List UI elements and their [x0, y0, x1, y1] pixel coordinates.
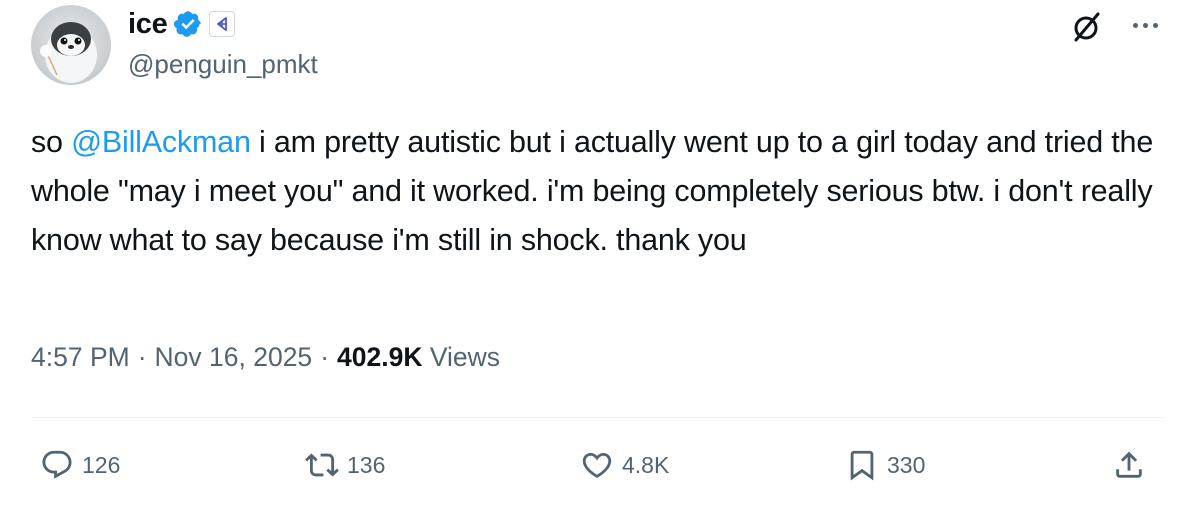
- divider: [31, 417, 1163, 418]
- tweet-text: so @BillAckman i am pretty autistic but …: [31, 118, 1171, 265]
- reply-icon: [42, 450, 72, 479]
- tweet-time[interactable]: 4:57 PM: [31, 342, 130, 373]
- affiliate-badge-icon[interactable]: [209, 11, 236, 37]
- user-handle[interactable]: @penguin_pmkt: [128, 49, 318, 80]
- views-label: Views: [429, 342, 501, 372]
- views-count: 402.9K: [337, 342, 423, 372]
- like-button[interactable]: 4.8K: [580, 440, 669, 490]
- repost-icon: [305, 453, 339, 477]
- share-button[interactable]: [1112, 440, 1146, 490]
- bookmark-icon: [850, 450, 874, 481]
- repost-button[interactable]: 136: [305, 440, 385, 490]
- reply-button[interactable]: 126: [40, 440, 120, 490]
- bookmark-count: 330: [887, 451, 926, 478]
- tweet-meta: 4:57 PM · Nov 16, 2025 · 402.9K Views: [31, 342, 500, 373]
- display-name[interactable]: ice: [128, 8, 168, 41]
- tweet-text-prefix: so: [31, 125, 72, 159]
- user-name-row: ice: [128, 6, 236, 42]
- avatar[interactable]: [31, 5, 111, 85]
- reply-count: 126: [82, 451, 121, 478]
- affiliate-logo-icon: [217, 17, 228, 31]
- penguin-avatar-image: [40, 22, 97, 83]
- bookmark-button[interactable]: 330: [845, 440, 925, 490]
- share-icon: [1116, 451, 1142, 478]
- meta-separator: ·: [137, 342, 147, 372]
- more-options-icon[interactable]: [1124, 10, 1166, 40]
- repost-count: 136: [347, 451, 386, 478]
- heart-icon: [582, 452, 612, 478]
- meta-separator: ·: [320, 342, 330, 372]
- like-count: 4.8K: [622, 451, 670, 478]
- mention-link[interactable]: @BillAckman: [71, 125, 251, 159]
- verified-badge-icon[interactable]: [173, 9, 203, 39]
- action-bar: 126 136 4.8K 330: [0, 440, 1194, 490]
- grok-icon[interactable]: [1066, 8, 1106, 48]
- tweet-date[interactable]: Nov 16, 2025: [155, 342, 313, 373]
